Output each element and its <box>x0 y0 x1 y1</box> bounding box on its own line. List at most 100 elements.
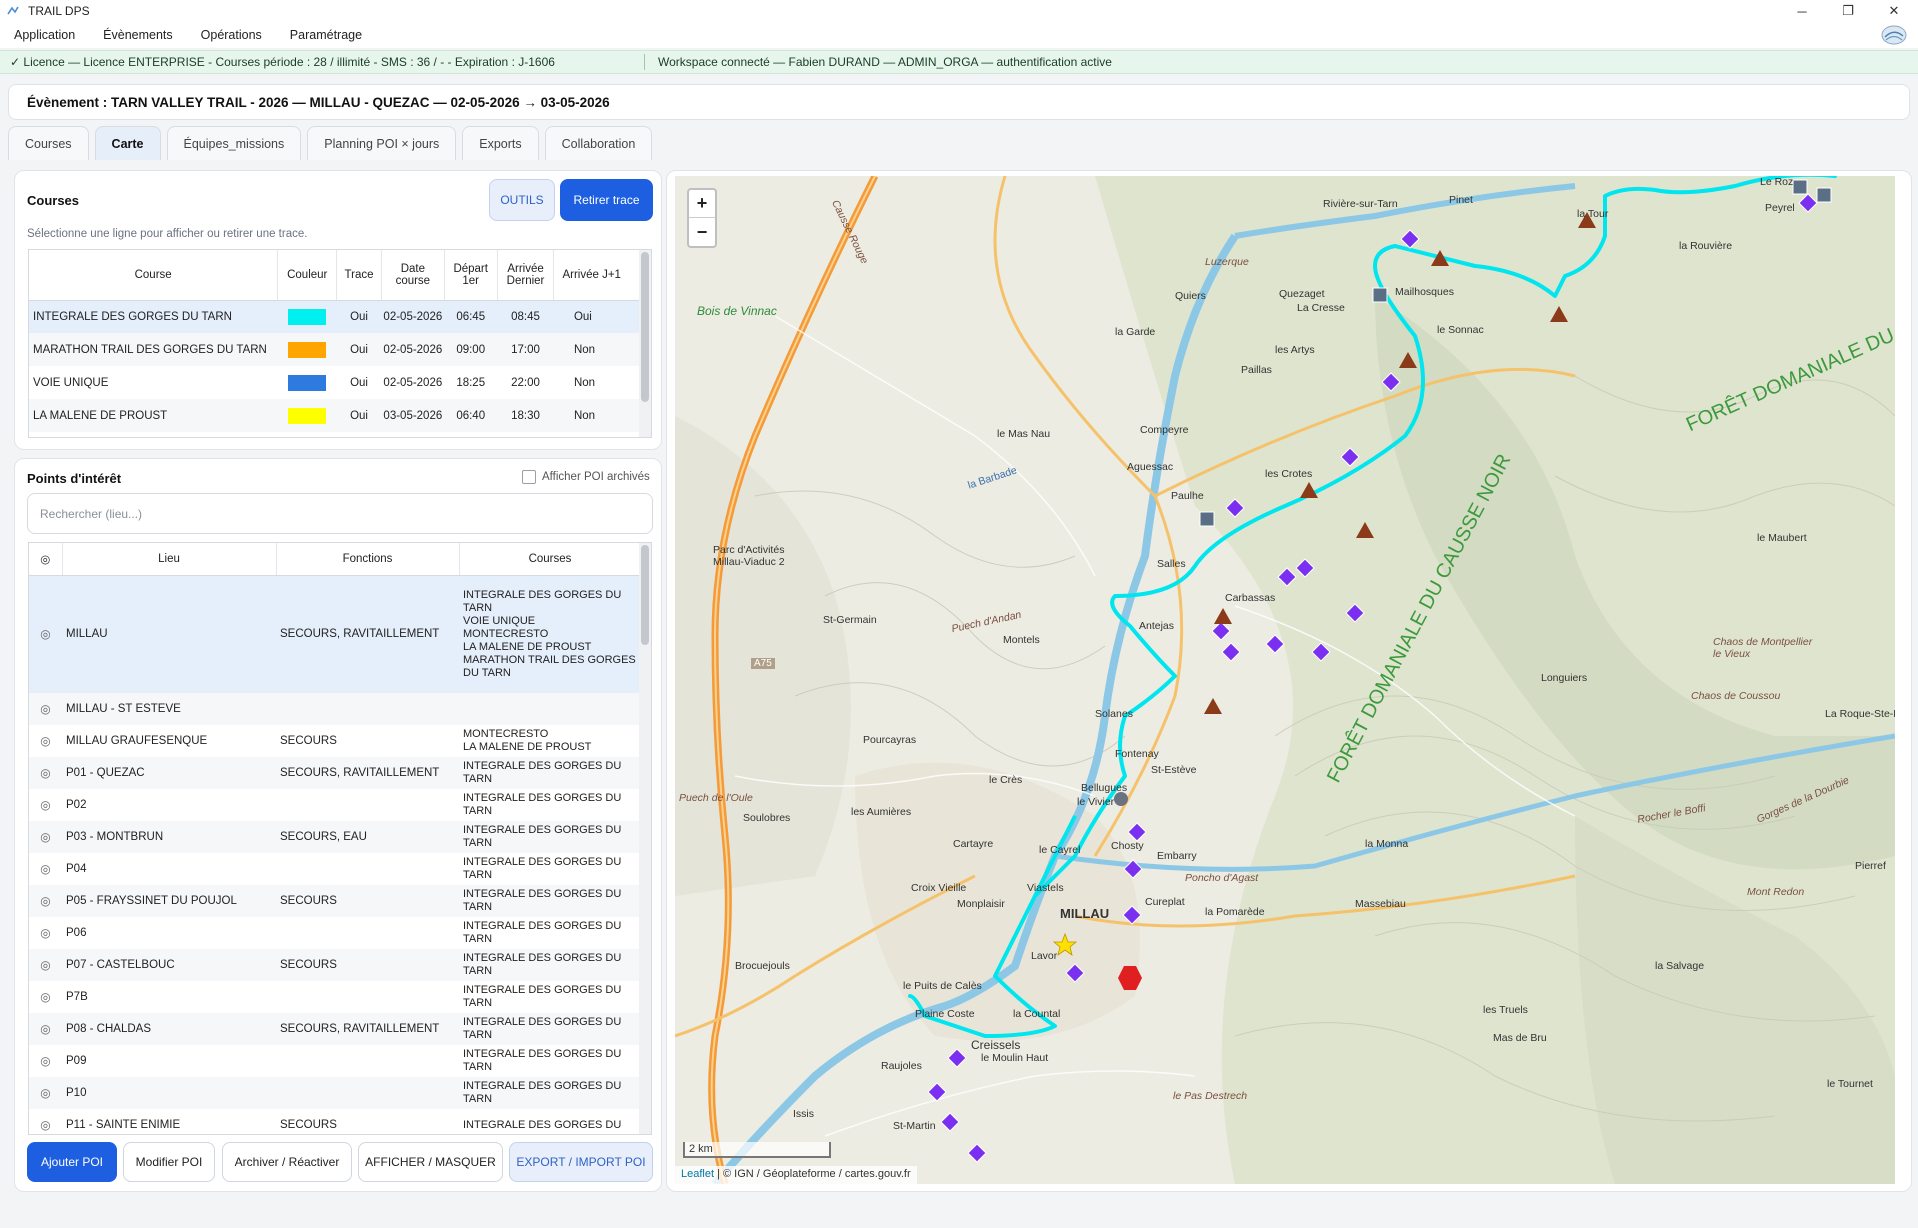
visibility-icon[interactable]: ◎ <box>29 949 62 981</box>
poi-row[interactable]: ◎ P01 - QUEZAC SECOURS, RAVITAILLEMENT INTE… <box>29 757 651 789</box>
map-label-parc-activites: Parc d'Activités Millau-Viaduc 2 <box>713 544 785 568</box>
col-depart[interactable]: Départ 1er <box>444 250 498 301</box>
zoom-out-button[interactable]: − <box>689 218 715 246</box>
poi-lieu: P09 <box>66 1055 87 1067</box>
col-date[interactable]: Date course <box>381 250 445 301</box>
col-visibility[interactable]: ◎ <box>29 543 63 576</box>
map-label-le-cres: le Crès <box>989 774 1023 786</box>
scrollbar-thumb[interactable] <box>641 545 649 645</box>
archived-toggle[interactable]: Afficher POI archivés <box>522 470 650 484</box>
menu-evenements[interactable]: Évènements <box>89 28 186 42</box>
zoom-in-button[interactable]: + <box>689 190 715 218</box>
minimize-button[interactable]: ─ <box>1779 0 1825 22</box>
poi-courses: INTEGRALE DES GORGES DU TARN <box>459 885 641 917</box>
visibility-icon[interactable]: ◎ <box>29 575 62 693</box>
tab-planning-poi[interactable]: Planning POI × jours <box>307 126 457 160</box>
tab-collaboration[interactable]: Collaboration <box>544 126 653 160</box>
visibility-icon[interactable]: ◎ <box>29 693 62 725</box>
poi-row[interactable]: ◎ MILLAU - ST ESTEVE <box>29 693 651 725</box>
poi-row[interactable]: ◎ P10 INTEGRALE DES GORGES DU TARN <box>29 1077 651 1109</box>
map-label-la-tour: la Tour <box>1577 208 1609 220</box>
poi-row[interactable]: ◎ P06 INTEGRALE DES GORGES DU TARN <box>29 917 651 949</box>
poi-row[interactable]: ◎ P07 - CASTELBOUC SECOURS INTEGRALE DES GO… <box>29 949 651 981</box>
menu-parametrage[interactable]: Paramétrage <box>276 28 376 42</box>
archive-poi-button[interactable]: Archiver / Réactiver <box>222 1142 352 1182</box>
col-courses[interactable]: Courses <box>459 543 642 576</box>
col-fonctions[interactable]: Fonctions <box>276 543 460 576</box>
color-swatch <box>288 407 327 424</box>
map-label-riviere: Rivière-sur-Tarn <box>1323 198 1398 210</box>
edit-poi-button[interactable]: Modifier POI <box>123 1142 215 1182</box>
poi-courses: INTEGRALE DES GORGES DU TARN <box>463 920 622 945</box>
poi-fonctions <box>276 981 459 1013</box>
poi-row[interactable]: ◎ P05 - FRAYSSINET DU POUJOL SECOURS INTEGR… <box>29 885 651 917</box>
map-label-mailhosques: Mailhosques <box>1395 286 1454 298</box>
tab-equipes-missions[interactable]: Équipes_missions <box>166 126 302 160</box>
visibility-icon[interactable]: ◎ <box>29 917 62 949</box>
archived-checkbox[interactable] <box>522 470 536 484</box>
visibility-icon[interactable]: ◎ <box>29 1077 62 1109</box>
map-label-moulin-haut: le Moulin Haut <box>981 1052 1049 1064</box>
visibility-icon[interactable]: ◎ <box>29 981 62 1013</box>
poi-row[interactable]: ◎ MILLAU GRAUFESENQUE SECOURS MONTECRESTO L… <box>29 725 651 757</box>
add-poi-button[interactable]: Ajouter POI <box>27 1142 117 1182</box>
tab-carte[interactable]: Carte <box>94 126 161 160</box>
poi-scrollbar[interactable] <box>639 543 651 1134</box>
poi-row[interactable]: ◎ P7B INTEGRALE DES GORGES DU TARN <box>29 981 651 1013</box>
visibility-icon[interactable]: ◎ <box>29 1109 62 1134</box>
poi-row[interactable]: ◎ MILLAU SECOURS, RAVITAILLEMENT INTEGRALE … <box>29 575 651 693</box>
table-row[interactable]: LA MALENE DE PROUST Oui 03-05-2026 06:40… <box>29 399 651 432</box>
col-arrivee-j1[interactable]: Arrivée J+1 <box>553 250 651 301</box>
poi-lieu: MILLAU - ST ESTEVE <box>62 693 276 725</box>
poi-courses: INTEGRALE DES GORGES DU TARN <box>459 1077 641 1109</box>
poi-courses: MONTECRESTO LA MALENE DE PROUST <box>463 728 592 753</box>
poi-row[interactable]: ◎ P02 INTEGRALE DES GORGES DU TARN <box>29 789 651 821</box>
menu-operations[interactable]: Opérations <box>187 28 276 42</box>
map-label-pourcayras: Pourcayras <box>863 734 917 746</box>
map-label-longuiers: Longuiers <box>1541 672 1588 684</box>
visibility-icon[interactable]: ◎ <box>29 725 62 757</box>
poi-search-input[interactable] <box>27 493 653 534</box>
remove-trace-button[interactable]: Retirer trace <box>560 179 653 221</box>
maximize-button[interactable]: ❐ <box>1825 0 1871 22</box>
map-label-le-rozier: Le Roz <box>1760 176 1794 188</box>
visibility-icon[interactable]: ◎ <box>29 789 62 821</box>
tab-courses[interactable]: Courses <box>8 126 89 160</box>
map-label-mont-redon: Mont Redon <box>1747 886 1805 898</box>
poi-row[interactable]: ◎ P08 - CHALDAS SECOURS, RAVITAILLEMENT INT… <box>29 1013 651 1045</box>
courses-scrollbar[interactable] <box>639 250 651 437</box>
visibility-icon[interactable]: ◎ <box>29 1013 62 1045</box>
scrollbar-thumb[interactable] <box>641 252 649 402</box>
table-row[interactable]: INTEGRALE DES GORGES DU TARN Oui 02-05-2… <box>29 300 651 333</box>
visibility-icon[interactable]: ◎ <box>29 885 62 917</box>
show-hide-button[interactable]: AFFICHER / MASQUER <box>358 1142 503 1182</box>
poi-row[interactable]: ◎ P03 - MONTBRUN SECOURS, EAU INTEGRALE DES… <box>29 821 651 853</box>
table-row[interactable]: VOIE UNIQUE Oui 02-05-2026 18:25 22:00 N… <box>29 366 651 399</box>
visibility-icon[interactable]: ◎ <box>29 853 62 885</box>
poi-row[interactable]: ◎ P09 INTEGRALE DES GORGES DU TARN <box>29 1045 651 1077</box>
table-row[interactable]: MARATHON TRAIL DES GORGES DU TARN Oui 02… <box>29 333 651 366</box>
poi-row[interactable]: ◎ P04 INTEGRALE DES GORGES DU TARN <box>29 853 651 885</box>
poi-row[interactable]: ◎ P11 - SAINTE ENIMIE SECOURS INTEGRALE DES… <box>29 1109 651 1134</box>
map-label-les-crotes: les Crotes <box>1265 468 1313 480</box>
map-label-les-truels: les Truels <box>1483 1004 1528 1016</box>
map-view[interactable]: MILLAU Creissels FORÊT DOMANIALE DU CAUS… <box>675 176 1895 1184</box>
col-trace[interactable]: Trace <box>336 250 382 301</box>
col-course[interactable]: Course <box>29 250 279 301</box>
map-label-le-mas-nau: le Mas Nau <box>997 428 1051 440</box>
leaflet-link[interactable]: Leaflet <box>681 1168 714 1180</box>
visibility-icon[interactable]: ◎ <box>29 757 62 789</box>
menu-application[interactable]: Application <box>0 28 89 42</box>
visibility-icon[interactable]: ◎ <box>29 821 62 853</box>
poi-fonctions: SECOURS <box>280 1119 337 1131</box>
col-lieu[interactable]: Lieu <box>62 543 277 576</box>
tab-exports[interactable]: Exports <box>462 126 539 160</box>
tools-button[interactable]: OUTILS <box>489 179 555 221</box>
visibility-icon[interactable]: ◎ <box>29 1045 62 1077</box>
map-label-fontenay: Fontenay <box>1115 748 1159 760</box>
course-name: LA MALENE DE PROUST <box>29 399 278 432</box>
col-arrivee[interactable]: Arrivée Dernier <box>497 250 555 301</box>
export-import-poi-button[interactable]: EXPORT / IMPORT POI <box>509 1142 653 1182</box>
close-button[interactable]: ✕ <box>1871 0 1917 22</box>
col-couleur[interactable]: Couleur <box>277 250 338 301</box>
